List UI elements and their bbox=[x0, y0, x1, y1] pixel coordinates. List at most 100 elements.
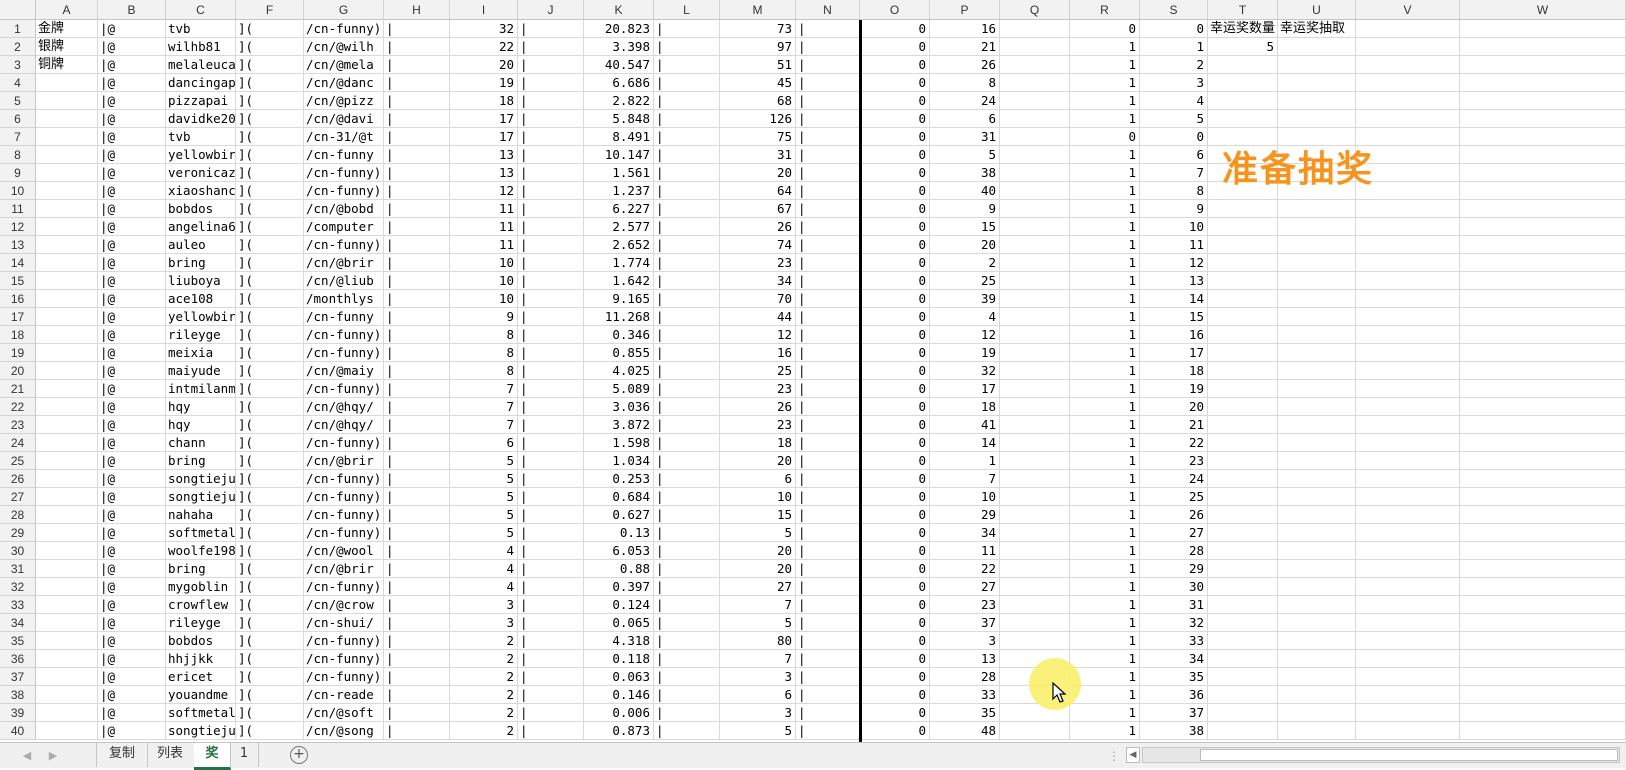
cell-f7[interactable]: ]( bbox=[236, 128, 304, 146]
cell-k20[interactable]: 4.025 bbox=[584, 362, 654, 380]
cell-p23[interactable]: 41 bbox=[930, 416, 1000, 434]
cell-s29[interactable]: 27 bbox=[1140, 524, 1208, 542]
cell-l26[interactable]: | bbox=[654, 470, 720, 488]
cell-a13[interactable] bbox=[36, 236, 98, 254]
column-header-f[interactable]: F bbox=[236, 0, 304, 20]
cell-o18[interactable]: 0 bbox=[860, 326, 930, 344]
cell-o11[interactable]: 0 bbox=[860, 200, 930, 218]
row-header[interactable]: 32 bbox=[0, 578, 36, 596]
cell-s11[interactable]: 9 bbox=[1140, 200, 1208, 218]
row-header[interactable]: 20 bbox=[0, 362, 36, 380]
row-header[interactable]: 21 bbox=[0, 380, 36, 398]
row-header[interactable]: 33 bbox=[0, 596, 36, 614]
previous-sheet-icon[interactable]: ◀ bbox=[20, 749, 34, 763]
cell-q15[interactable] bbox=[1000, 272, 1070, 290]
column-header-h[interactable]: H bbox=[384, 0, 450, 20]
cell-r35[interactable]: 1 bbox=[1070, 632, 1140, 650]
cell-p15[interactable]: 25 bbox=[930, 272, 1000, 290]
cell-p7[interactable]: 31 bbox=[930, 128, 1000, 146]
column-header-w[interactable]: W bbox=[1460, 0, 1626, 20]
cell-n10[interactable]: | bbox=[796, 182, 860, 200]
cell-c2[interactable]: wilhb81 bbox=[166, 38, 236, 56]
cell-k9[interactable]: 1.561 bbox=[584, 164, 654, 182]
cell-m40[interactable]: 5 bbox=[720, 722, 796, 740]
cell-j20[interactable]: | bbox=[518, 362, 584, 380]
cell-r21[interactable]: 1 bbox=[1070, 380, 1140, 398]
cell-i25[interactable]: 5 bbox=[450, 452, 518, 470]
cell-v1[interactable] bbox=[1356, 20, 1460, 38]
cell-l18[interactable]: | bbox=[654, 326, 720, 344]
cell-u20[interactable] bbox=[1278, 362, 1356, 380]
cell-b24[interactable]: |@ bbox=[98, 434, 166, 452]
cell-v22[interactable] bbox=[1356, 398, 1460, 416]
cell-t12[interactable] bbox=[1208, 218, 1278, 236]
cell-s34[interactable]: 32 bbox=[1140, 614, 1208, 632]
cell-b36[interactable]: |@ bbox=[98, 650, 166, 668]
cell-q40[interactable] bbox=[1000, 722, 1070, 740]
cell-a15[interactable] bbox=[36, 272, 98, 290]
cell-j33[interactable]: | bbox=[518, 596, 584, 614]
cell-a21[interactable] bbox=[36, 380, 98, 398]
cell-r23[interactable]: 1 bbox=[1070, 416, 1140, 434]
cell-n36[interactable]: | bbox=[796, 650, 860, 668]
cell-r20[interactable]: 1 bbox=[1070, 362, 1140, 380]
row-header[interactable]: 22 bbox=[0, 398, 36, 416]
cell-o36[interactable]: 0 bbox=[860, 650, 930, 668]
cell-o14[interactable]: 0 bbox=[860, 254, 930, 272]
cell-q21[interactable] bbox=[1000, 380, 1070, 398]
cell-m23[interactable]: 23 bbox=[720, 416, 796, 434]
cell-b6[interactable]: |@ bbox=[98, 110, 166, 128]
cell-n3[interactable]: | bbox=[796, 56, 860, 74]
cell-p32[interactable]: 27 bbox=[930, 578, 1000, 596]
cell-t30[interactable] bbox=[1208, 542, 1278, 560]
cell-n34[interactable]: | bbox=[796, 614, 860, 632]
cell-a24[interactable] bbox=[36, 434, 98, 452]
cell-w30[interactable] bbox=[1460, 542, 1626, 560]
row-header[interactable]: 13 bbox=[0, 236, 36, 254]
row-header[interactable]: 35 bbox=[0, 632, 36, 650]
cell-a32[interactable] bbox=[36, 578, 98, 596]
sheet-tab[interactable]: 列表 bbox=[146, 743, 195, 767]
cell-h17[interactable]: | bbox=[384, 308, 450, 326]
cell-n25[interactable]: | bbox=[796, 452, 860, 470]
cell-i23[interactable]: 7 bbox=[450, 416, 518, 434]
cell-v32[interactable] bbox=[1356, 578, 1460, 596]
row-header[interactable]: 18 bbox=[0, 326, 36, 344]
cell-m4[interactable]: 45 bbox=[720, 74, 796, 92]
cell-b33[interactable]: |@ bbox=[98, 596, 166, 614]
cell-s30[interactable]: 28 bbox=[1140, 542, 1208, 560]
cell-k36[interactable]: 0.118 bbox=[584, 650, 654, 668]
cell-c14[interactable]: bring bbox=[166, 254, 236, 272]
cell-l14[interactable]: | bbox=[654, 254, 720, 272]
cell-p8[interactable]: 5 bbox=[930, 146, 1000, 164]
cell-u6[interactable] bbox=[1278, 110, 1356, 128]
cell-v35[interactable] bbox=[1356, 632, 1460, 650]
cell-b35[interactable]: |@ bbox=[98, 632, 166, 650]
cell-b11[interactable]: |@ bbox=[98, 200, 166, 218]
cell-j7[interactable]: | bbox=[518, 128, 584, 146]
cell-q5[interactable] bbox=[1000, 92, 1070, 110]
cell-p14[interactable]: 2 bbox=[930, 254, 1000, 272]
cell-q4[interactable] bbox=[1000, 74, 1070, 92]
cell-l12[interactable]: | bbox=[654, 218, 720, 236]
cell-c22[interactable]: hqy bbox=[166, 398, 236, 416]
cell-a40[interactable] bbox=[36, 722, 98, 740]
cell-s18[interactable]: 16 bbox=[1140, 326, 1208, 344]
row-header[interactable]: 40 bbox=[0, 722, 36, 740]
cell-c9[interactable]: veronicaz bbox=[166, 164, 236, 182]
cell-s23[interactable]: 21 bbox=[1140, 416, 1208, 434]
cell-i34[interactable]: 3 bbox=[450, 614, 518, 632]
next-sheet-icon[interactable]: ▶ bbox=[46, 749, 60, 763]
cell-t32[interactable] bbox=[1208, 578, 1278, 596]
cell-w14[interactable] bbox=[1460, 254, 1626, 272]
cell-q26[interactable] bbox=[1000, 470, 1070, 488]
cell-r3[interactable]: 1 bbox=[1070, 56, 1140, 74]
cell-u27[interactable] bbox=[1278, 488, 1356, 506]
cell-h6[interactable]: | bbox=[384, 110, 450, 128]
cell-u32[interactable] bbox=[1278, 578, 1356, 596]
cell-c6[interactable]: davidke20 bbox=[166, 110, 236, 128]
cell-h33[interactable]: | bbox=[384, 596, 450, 614]
cell-c36[interactable]: hhjjkk bbox=[166, 650, 236, 668]
cell-p30[interactable]: 11 bbox=[930, 542, 1000, 560]
cell-p33[interactable]: 23 bbox=[930, 596, 1000, 614]
